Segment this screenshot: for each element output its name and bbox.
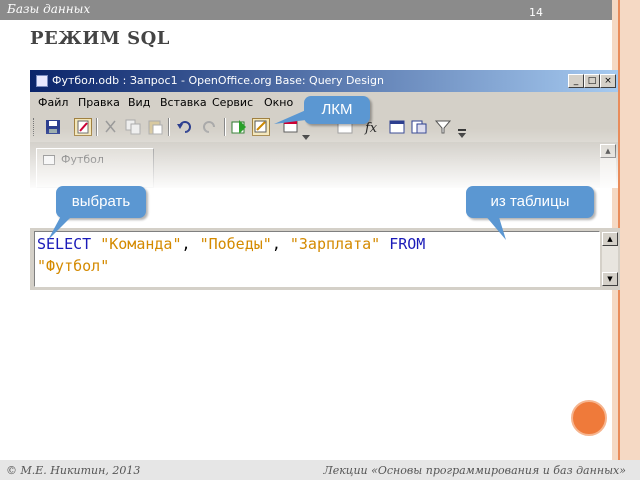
close-button[interactable]: ×: [600, 74, 616, 88]
sql-editor-frame: SELECT "Команда", "Победы", "Зарплата" F…: [30, 228, 620, 290]
save-icon[interactable]: [44, 118, 62, 136]
toolbar-separator: [224, 118, 226, 136]
callout-lkm-label: ЛКМ: [321, 101, 353, 118]
scroll-up-icon[interactable]: ▲: [600, 144, 616, 158]
minimize-button[interactable]: _: [568, 74, 584, 88]
table-widget[interactable]: Футбол: [36, 148, 154, 188]
query-design-pane: Футбол ▲: [30, 142, 618, 188]
menu-edit[interactable]: Правка: [78, 96, 120, 109]
sql-comma: ,: [271, 235, 281, 253]
toolbar-grip[interactable]: [33, 118, 37, 136]
paste-icon[interactable]: [146, 118, 164, 136]
sql-table-name: "Футбол": [37, 257, 110, 275]
app-icon: [36, 75, 48, 87]
callout-select-label: выбрать: [71, 193, 131, 210]
menu-view[interactable]: Вид: [128, 96, 150, 109]
sql-column-team: "Команда": [100, 235, 182, 253]
footer-author: © М.Е. Никитин, 2013: [6, 464, 141, 477]
query-design-window: Футбол.odb : Запрос1 - OpenOffice.org Ba…: [30, 70, 618, 188]
slide-accent-circle: [571, 400, 607, 436]
sql-column-salary: "Зарплата": [289, 235, 381, 253]
slide-heading: РЕЖИМ SQL: [30, 28, 170, 49]
menu-file[interactable]: Файл: [38, 96, 68, 109]
sql-line-2: "Футбол": [37, 257, 109, 275]
toolbar-separator: [168, 118, 170, 136]
callout-from-table-tail: [484, 214, 506, 240]
table-names-icon[interactable]: [388, 118, 406, 136]
sql-editor-scrollbar[interactable]: ▲ ▼: [602, 232, 618, 286]
redo-icon[interactable]: [200, 118, 218, 136]
window-title: Футбол.odb : Запрос1 - OpenOffice.org Ba…: [52, 74, 384, 87]
design-pane-scrollbar[interactable]: ▲: [600, 144, 616, 188]
menu-insert[interactable]: Вставка: [160, 96, 207, 109]
maximize-button[interactable]: □: [584, 74, 600, 88]
window-title-bar[interactable]: Футбол.odb : Запрос1 - OpenOffice.org Ba…: [30, 70, 618, 92]
design-view-icon[interactable]: [252, 118, 270, 136]
toolbar-overflow-icon[interactable]: [458, 124, 466, 138]
callout-from-table-label: из таблицы: [490, 193, 570, 210]
callout-lkm: ЛКМ: [304, 96, 370, 124]
filter-icon[interactable]: [434, 118, 452, 136]
undo-icon[interactable]: [176, 118, 194, 136]
sql-line-1: SELECT "Команда", "Победы", "Зарплата" F…: [37, 235, 425, 253]
sql-column-wins: "Победы": [199, 235, 272, 253]
scroll-down-icon[interactable]: ▼: [602, 272, 618, 286]
edit-icon[interactable]: [74, 118, 92, 136]
cut-icon[interactable]: [102, 118, 120, 136]
slide-number: 14: [529, 6, 543, 19]
sql-keyword-from: FROM: [389, 235, 426, 253]
sql-comma: ,: [181, 235, 191, 253]
callout-lkm-tail: [274, 110, 306, 124]
footer-course: Лекции «Основы программирования и баз да…: [323, 464, 626, 477]
table-widget-name: Футбол: [61, 153, 104, 166]
scroll-up-icon[interactable]: ▲: [602, 232, 618, 246]
menu-tools[interactable]: Сервис: [212, 96, 253, 109]
toolbar-separator: [96, 118, 98, 136]
copy-icon[interactable]: [124, 118, 142, 136]
callout-select-tail: [48, 214, 74, 240]
aliases-icon[interactable]: [410, 118, 428, 136]
table-icon: [43, 155, 55, 165]
run-query-icon[interactable]: [230, 118, 248, 136]
slide-section-title: Базы данных: [7, 2, 91, 16]
